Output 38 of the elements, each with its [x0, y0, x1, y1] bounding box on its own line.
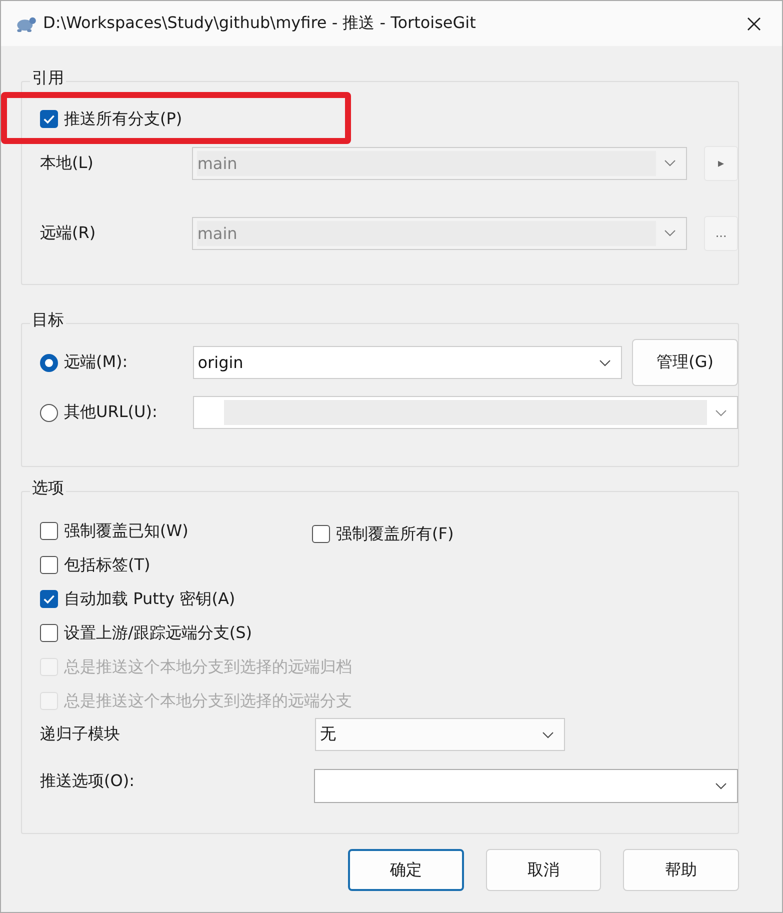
dialog-button[interactable]: 确定	[348, 849, 464, 891]
chevron-down-icon	[664, 159, 676, 167]
checkbox-label: 包括标签(T)	[64, 554, 150, 576]
turtle-icon	[15, 14, 37, 32]
checkbox[interactable]	[40, 624, 58, 642]
radio-button[interactable]	[40, 354, 58, 372]
checkbox[interactable]	[312, 525, 330, 543]
dialog-button[interactable]: 帮助	[623, 849, 739, 891]
close-icon[interactable]	[746, 16, 762, 32]
checkbox-label: 强制覆盖所有(F)	[336, 524, 454, 544]
checkbox-label: 自动加载 Putty 密钥(A)	[64, 588, 236, 610]
checkbox-label: 总是推送这个本地分支到选择的远端分支	[64, 690, 352, 712]
checkbox-label: 总是推送这个本地分支到选择的远端归档	[64, 656, 352, 678]
chevron-down-icon	[599, 358, 612, 366]
submodule-dropdown[interactable]: 无	[315, 718, 565, 751]
checkbox[interactable]	[40, 590, 58, 608]
dialog-button[interactable]: 取消	[486, 849, 602, 891]
manage-button[interactable]: 管理(G)	[632, 339, 738, 386]
chevron-down-icon	[664, 229, 676, 237]
window-title: D:\Workspaces\Study\github\myfire - 推送 - TortoiseGit	[43, 13, 477, 34]
checkbox[interactable]	[40, 110, 58, 128]
checkbox[interactable]	[40, 522, 58, 540]
radio-label: 其他URL(U):	[64, 402, 158, 423]
field-label: 递归子模块	[40, 724, 121, 745]
remote-dropdown[interactable]: origin	[192, 346, 622, 379]
checkbox-label: 设置上游/跟踪远端分支(S)	[64, 622, 252, 644]
field-label: 本地(L)	[40, 152, 94, 174]
checkbox-label: 强制覆盖已知(W)	[64, 520, 188, 542]
field-label: 推送选项(O):	[40, 770, 136, 792]
chevron-down-icon	[542, 730, 554, 738]
checkbox-label: 推送所有分支(P)	[64, 108, 182, 130]
radio-button[interactable]	[40, 404, 58, 422]
chevron-down-icon	[715, 782, 727, 790]
chevron-down-icon	[715, 408, 727, 416]
radio-label: 远端(M):	[64, 352, 128, 373]
checkbox[interactable]	[40, 556, 58, 574]
field-label: 远端(R)	[40, 222, 97, 244]
push-option-field[interactable]	[314, 769, 738, 803]
